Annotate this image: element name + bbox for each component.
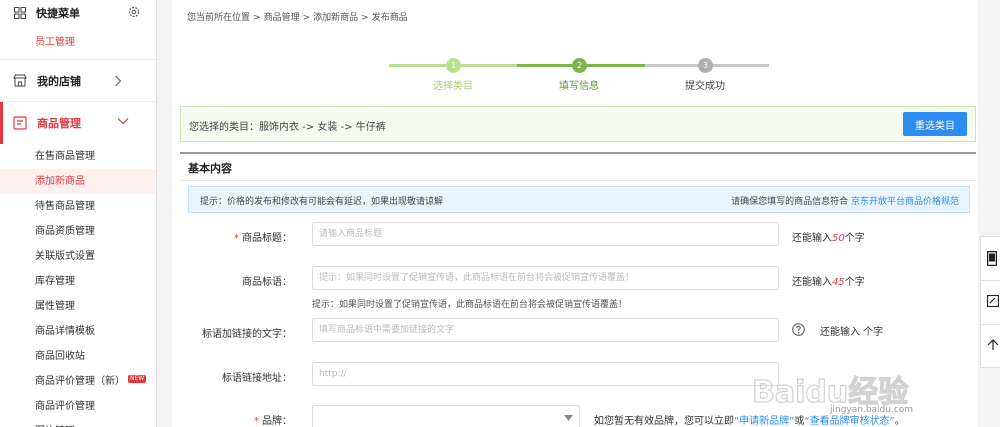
goods-menu: 在售商品管理 添加新商品 待售商品管理 商品资质管理 关联版式设置 库存管理 属… — [0, 144, 156, 427]
sidebar-item-pending[interactable]: 待售商品管理 — [0, 194, 156, 219]
breadcrumb-item: 发布商品 — [371, 13, 408, 23]
sidebar-item-reviews[interactable]: 商品评价管理 — [0, 394, 156, 419]
slogan-remain-prefix: 还能输入 — [792, 277, 832, 288]
goods-icon — [13, 116, 27, 130]
float-item-top[interactable] — [981, 325, 1000, 369]
title-label: * 商品标题： — [180, 229, 292, 244]
title-remaining: 还能输入50个字 — [792, 229, 865, 244]
sidebar-item-layout[interactable]: 关联版式设置 — [0, 244, 156, 269]
arrow-up-icon — [987, 339, 999, 350]
brand-label-text: 品牌： — [262, 416, 292, 427]
sidebar: 快捷菜单 员工管理 我的店铺 商品管理 在售商品管理 添加新商品 待售商品管理 — [0, 0, 157, 427]
chevron-down-icon — [117, 118, 129, 125]
title-remain-num: 50 — [832, 233, 845, 244]
new-badge: NEW — [128, 375, 147, 383]
store-icon — [13, 74, 27, 87]
reviews-new-label: 商品评价管理（新） — [35, 376, 125, 387]
divider — [180, 180, 976, 181]
sidebar-item-recycle[interactable]: 商品回收站 — [0, 344, 156, 369]
quick-menu-label: 快捷菜单 — [36, 7, 80, 20]
reselect-category-button[interactable]: 重选类目 — [903, 112, 967, 136]
category-bar: 您选择的类目：服饰内衣 -> 女装 -> 牛仔裤 重选类目 — [180, 106, 976, 142]
sidebar-section-goods[interactable]: 商品管理 — [0, 102, 156, 144]
breadcrumb: 您当前所在位置 > 商品管理 > 添加新商品 > 发布商品 — [187, 13, 408, 23]
brand-hint-mid: 或 — [794, 416, 805, 427]
breadcrumb-item: 您当前所在位置 — [187, 13, 251, 23]
apply-brand-link[interactable]: “申请新品牌” — [734, 416, 794, 427]
step-progress: 1 2 3 选择类目 填写信息 提交成功 — [389, 56, 769, 96]
step-dot-2: 2 — [572, 58, 587, 73]
title-label-text: 商品标题： — [242, 233, 292, 244]
price-rules-link[interactable]: 京东开放平台商品价格规范 — [851, 197, 959, 207]
sidebar-item-stock[interactable]: 库存管理 — [0, 269, 156, 294]
sidebar-item-staff[interactable]: 员工管理 — [0, 26, 156, 60]
tip-left-text: 提示：价格的发布和修改有可能会有延迟，如果出现敬请谅解 — [200, 197, 444, 207]
gear-icon[interactable] — [127, 5, 141, 19]
breadcrumb-item[interactable]: 添加新商品 — [313, 13, 358, 23]
tip-right-text: 请确保您填写的商品信息符合 京东开放平台商品价格规范 — [731, 194, 959, 207]
breadcrumb-item[interactable]: 商品管理 — [264, 13, 300, 23]
brand-hint-suffix: 。 — [894, 416, 905, 427]
tip-right-prefix: 请确保您填写的商品信息符合 — [731, 197, 849, 207]
sidebar-item-reviews-new[interactable]: 商品评价管理（新） NEW — [0, 369, 156, 394]
main-panel: 您当前所在位置 > 商品管理 > 添加新商品 > 发布商品 1 2 3 选择类目 填写信息 … — [172, 0, 978, 427]
title-remain-suffix: 个字 — [844, 233, 865, 244]
edit-icon — [987, 295, 999, 307]
step-dot-1: 1 — [446, 58, 461, 73]
required-mark: * — [254, 416, 259, 427]
my-store-label: 我的店铺 — [37, 74, 81, 88]
sidebar-item-detail-template[interactable]: 商品详情模板 — [0, 319, 156, 344]
watermark-url: jingyan.baidu.com — [830, 405, 914, 415]
slogan-remain-num: 45 — [832, 277, 845, 288]
goods-label: 商品管理 — [37, 117, 81, 130]
title-remain-prefix: 还能输入 — [792, 233, 832, 244]
title-input[interactable] — [312, 222, 779, 246]
slogan-remain-suffix: 个字 — [844, 277, 865, 288]
help-icon[interactable] — [792, 323, 805, 336]
slogan-label: 商品标语： — [242, 277, 292, 288]
right-float-toolbar — [980, 236, 1000, 368]
brand-select[interactable] — [312, 405, 580, 427]
slogan-hint: 提示：如果同时设置了促销宣传语，此商品标语在前台将会被促销宣传语覆盖！ — [312, 300, 628, 310]
chevron-down-icon — [564, 415, 573, 421]
float-item-phone[interactable] — [981, 237, 1000, 281]
step-label-2: 填写信息 — [559, 81, 599, 92]
sidebar-item-attributes[interactable]: 属性管理 — [0, 294, 156, 319]
link-text-input[interactable] — [312, 318, 779, 342]
grid-icon — [14, 7, 26, 19]
sidebar-section-my-store[interactable]: 我的店铺 — [0, 60, 156, 102]
link-url-label: 标语链接地址： — [222, 373, 292, 384]
required-mark: * — [234, 233, 239, 244]
baidu-jingyan-watermark: Baidu经验 — [752, 374, 909, 410]
brand-label: * 品牌： — [180, 412, 292, 427]
float-item-edit[interactable] — [981, 281, 1000, 325]
link-text-remaining: 还能输入 个字 — [820, 327, 884, 338]
sidebar-item-add-goods[interactable]: 添加新商品 — [0, 169, 156, 194]
phone-icon — [987, 251, 997, 266]
slogan-input[interactable] — [312, 266, 779, 290]
link-text-label: 标语加链接的文字： — [202, 329, 292, 340]
sidebar-item-images[interactable]: 图片管理 — [0, 419, 156, 427]
link-url-input[interactable] — [312, 362, 779, 386]
slogan-remaining: 还能输入45个字 — [792, 273, 865, 288]
step-dot-3: 3 — [698, 58, 713, 73]
brand-hint-prefix: 如您暂无有效品牌，您可以立即 — [594, 416, 734, 427]
chevron-right-icon — [115, 75, 122, 87]
step-label-3: 提交成功 — [685, 81, 725, 92]
quick-menu-header[interactable]: 快捷菜单 — [0, 0, 156, 26]
sidebar-item-on-sale[interactable]: 在售商品管理 — [0, 144, 156, 169]
selected-category: 您选择的类目：服饰内衣 -> 女装 -> 牛仔裤 — [189, 122, 386, 133]
section-title: 基本内容 — [188, 162, 232, 175]
step-label-1: 选择类目 — [433, 81, 473, 92]
price-tip: 提示：价格的发布和修改有可能会有延迟，如果出现敬请谅解 请确保您填写的商品信息符… — [188, 186, 970, 213]
brand-status-link[interactable]: “查看品牌审核状态” — [804, 416, 894, 427]
sidebar-item-qualification[interactable]: 商品资质管理 — [0, 219, 156, 244]
